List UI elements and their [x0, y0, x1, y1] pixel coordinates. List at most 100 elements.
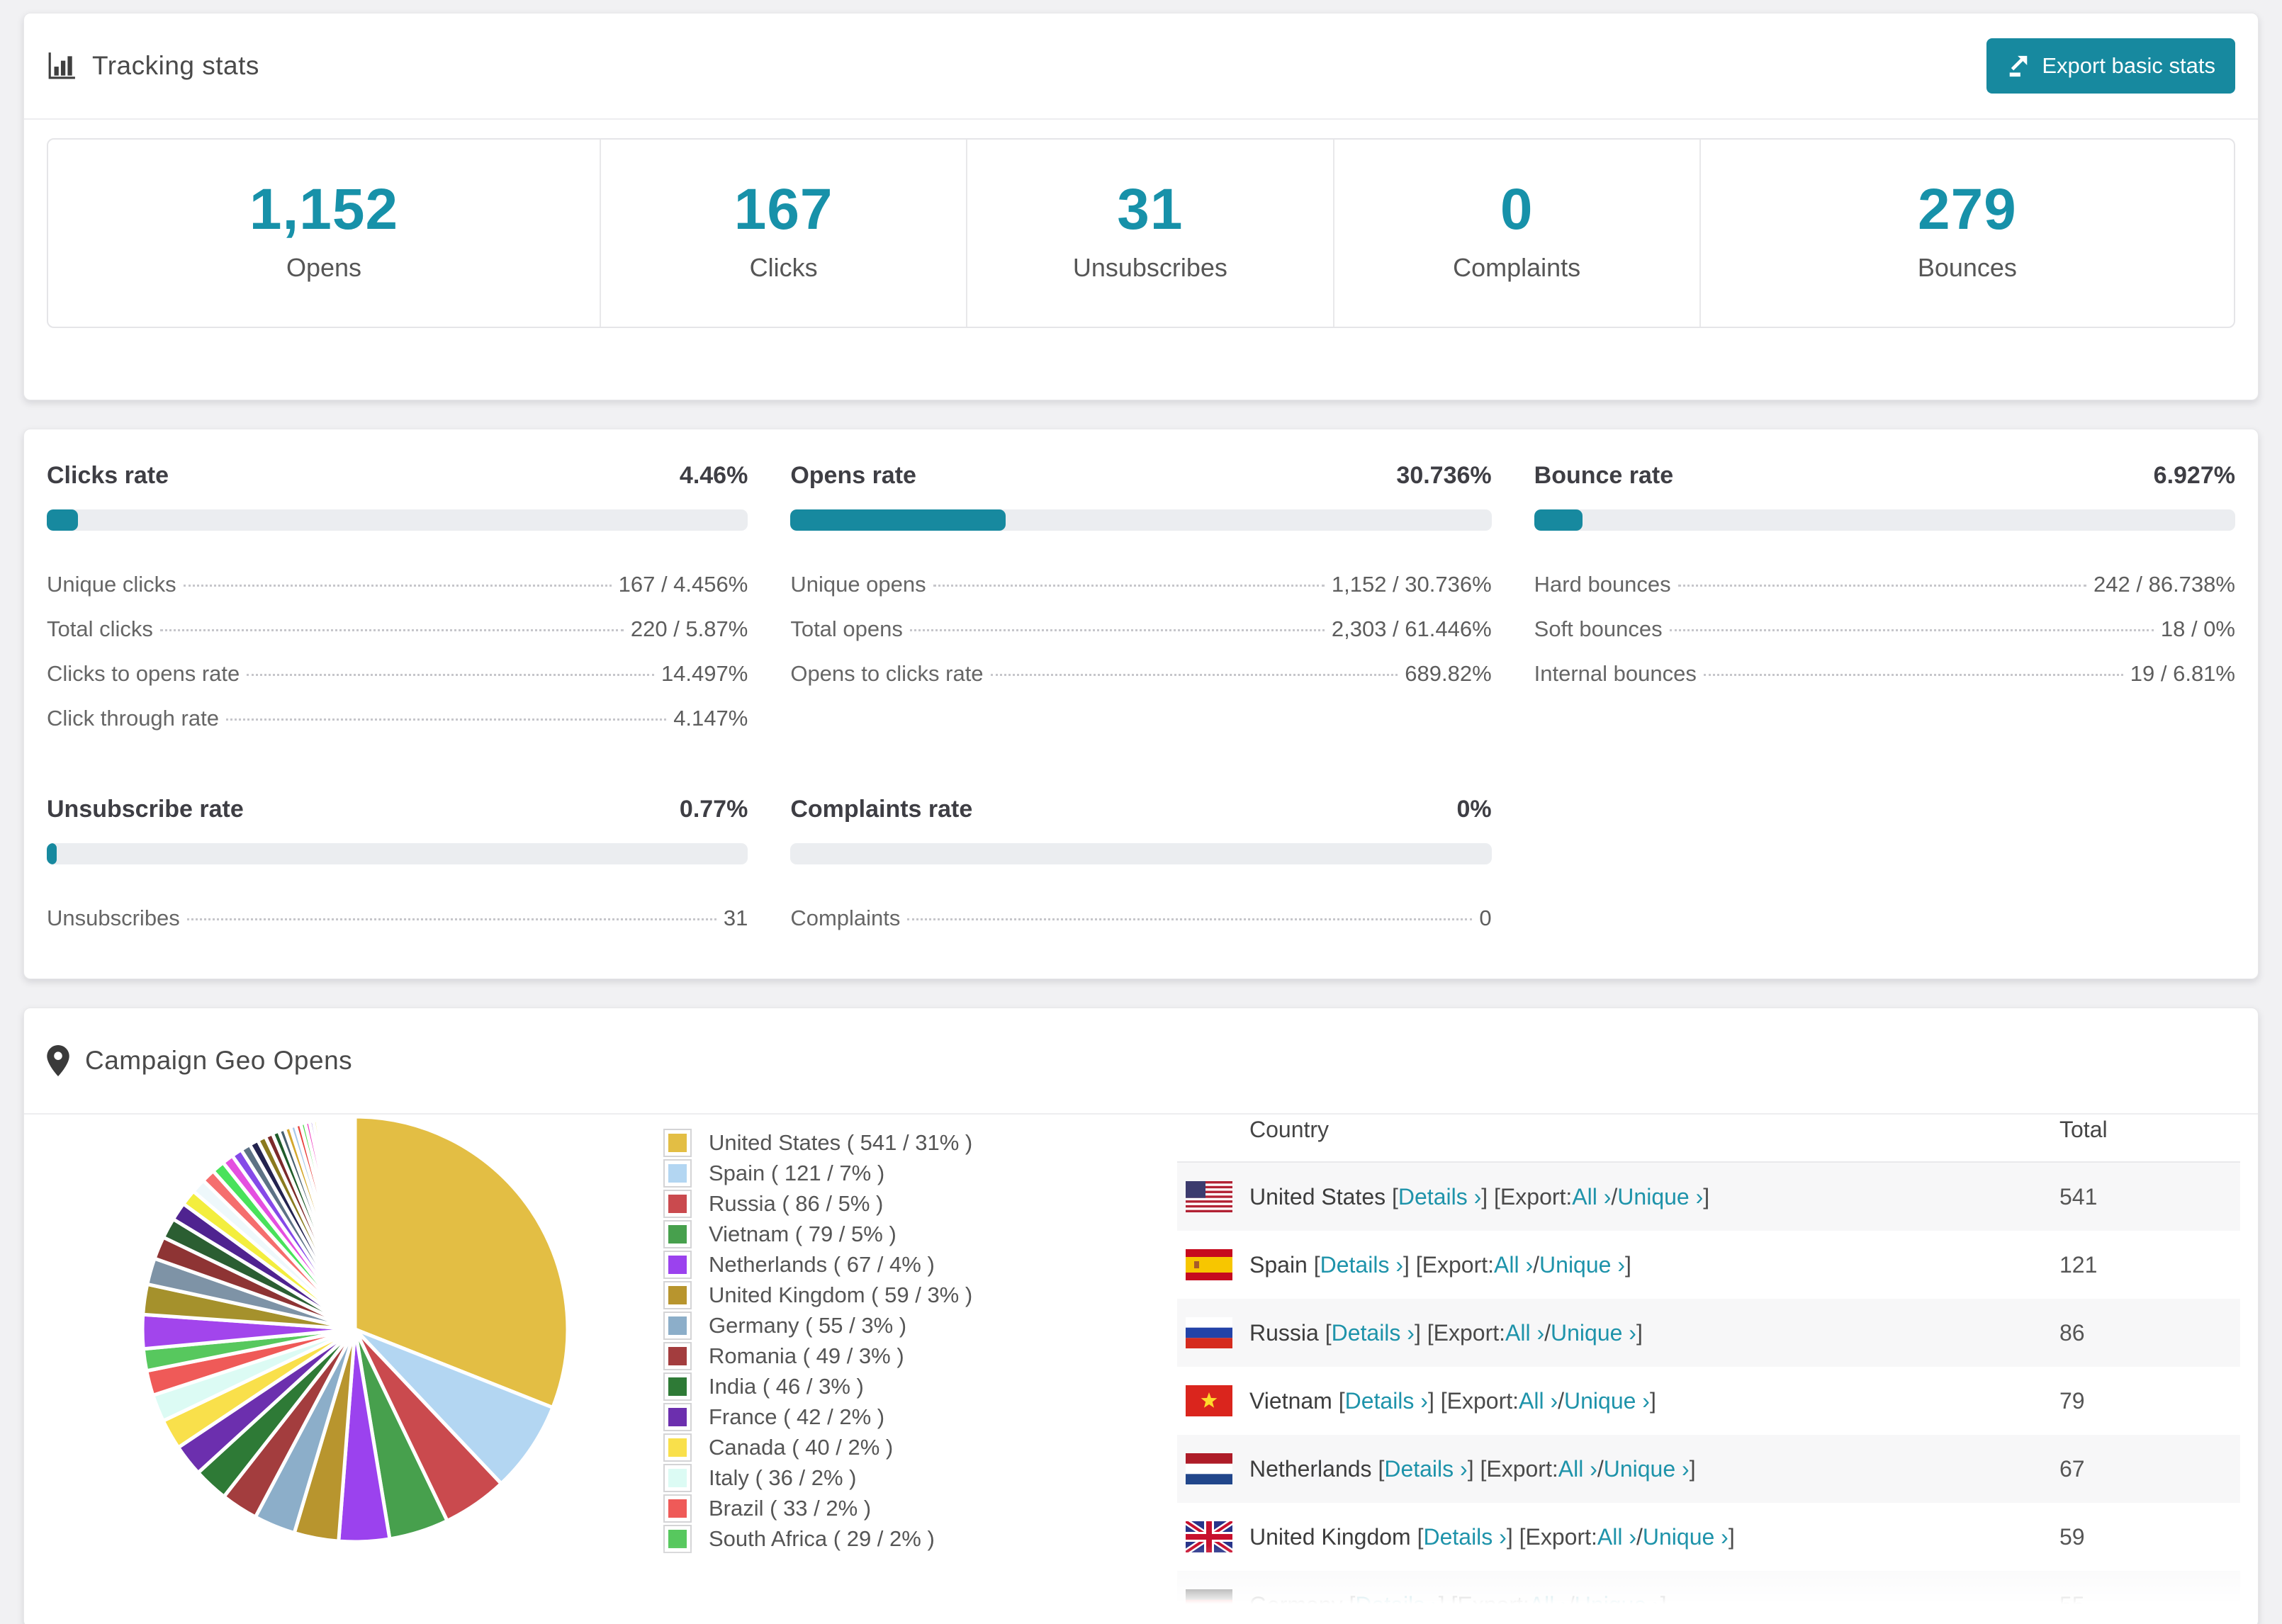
dotted-leader [186, 918, 716, 920]
legend-item-brazil: Brazil ( 33 / 2% ) [663, 1493, 972, 1523]
export-icon [2006, 54, 2030, 78]
bracket-close-text: ] [1649, 1387, 1656, 1414]
legend-swatch [663, 1158, 692, 1188]
rate-row-value: 689.82% [1405, 661, 1492, 686]
rate-row-label: Unique opens [790, 572, 926, 597]
country-name: United States [1249, 1183, 1386, 1209]
export-prefix-text: ] [Export: [1414, 1319, 1505, 1346]
export-unique-link[interactable]: Unique › [1551, 1320, 1636, 1346]
bracket-close-text: ] [1703, 1183, 1710, 1209]
dotted-leader [1677, 585, 2087, 587]
rate-row-unique-clicks: Unique clicks 167 / 4.456% [47, 572, 748, 597]
legend-item-romania: Romania ( 49 / 3% ) [663, 1341, 972, 1371]
legend-swatch [663, 1311, 692, 1340]
bracket-text: [ [1307, 1251, 1320, 1278]
geo-table-row-united-kingdom: United Kingdom [Details ›] [Export: All … [1177, 1503, 2240, 1571]
stat-opens: 1,152 Opens [48, 140, 602, 327]
export-all-link[interactable]: All › [1558, 1456, 1597, 1482]
details-link[interactable]: Details › [1355, 1592, 1438, 1618]
rate-title: Clicks rate [47, 462, 169, 489]
rate-row-internal-bounces: Internal bounces 19 / 6.81% [1534, 661, 2235, 687]
geo-table-row-russia: Russia [Details ›] [Export: All › / Uniq… [1177, 1299, 2240, 1367]
legend-label: Italy ( 36 / 2% ) [709, 1465, 857, 1490]
total-column-header: Total [2059, 1116, 2108, 1142]
legend-item-france: France ( 42 / 2% ) [663, 1402, 972, 1432]
legend-item-germany: Germany ( 55 / 3% ) [663, 1310, 972, 1341]
legend-label: Canada ( 40 / 2% ) [709, 1434, 894, 1460]
dotted-leader [909, 629, 1325, 631]
legend-swatch [663, 1250, 692, 1279]
export-basic-stats-button[interactable]: Export basic stats [1986, 38, 2235, 94]
dotted-leader [159, 629, 624, 631]
map-pin-icon [47, 1045, 69, 1076]
export-unique-link[interactable]: Unique › [1564, 1388, 1650, 1414]
russia-flag-icon [1186, 1317, 1232, 1348]
country-total: 86 [2059, 1319, 2085, 1346]
bracket-text: [ [1386, 1183, 1398, 1209]
rate-value: 0% [1456, 796, 1492, 823]
legend-item-russia: Russia ( 86 / 5% ) [663, 1188, 972, 1219]
progress-bar [790, 509, 1492, 531]
geo-pie-chart [140, 1115, 570, 1544]
rate-row-complaints: Complaints 0 [790, 906, 1491, 931]
stat-value: 279 [1917, 177, 2017, 242]
export-all-link[interactable]: All › [1572, 1184, 1611, 1210]
legend-label: Brazil ( 33 / 2% ) [709, 1495, 872, 1521]
spain-flag-icon [1186, 1249, 1232, 1280]
legend-label: Romania ( 49 / 3% ) [709, 1343, 904, 1368]
dotted-leader [225, 718, 667, 721]
export-all-link[interactable]: All › [1494, 1252, 1533, 1278]
legend-label: Spain ( 121 / 7% ) [709, 1160, 885, 1185]
bracket-close-text: ] [1689, 1455, 1696, 1482]
country-total: 59 [2059, 1523, 2085, 1550]
bracket-text: [ [1371, 1455, 1385, 1482]
bracket-text: [ [1332, 1387, 1345, 1414]
export-unique-link[interactable]: Unique › [1539, 1252, 1625, 1278]
stat-value: 167 [734, 177, 833, 242]
stats-summary-bar: 1,152 Opens 167 Clicks 31 Unsubscribes 0 Compla… [47, 138, 2235, 328]
export-all-link[interactable]: All › [1505, 1320, 1544, 1346]
slash-text: / [1533, 1251, 1540, 1278]
country-name: United Kingdom [1249, 1523, 1411, 1550]
rate-row-value: 31 [723, 906, 748, 930]
legend-label: United States ( 541 / 31% ) [709, 1129, 973, 1155]
legend-swatch [663, 1372, 692, 1401]
export-unique-link[interactable]: Unique › [1617, 1184, 1703, 1210]
export-prefix-text: ] [Export: [1467, 1455, 1558, 1482]
geo-table: Country Total United States [Details ›] … [1177, 1098, 2240, 1624]
rate-value: 6.927% [2153, 462, 2235, 489]
details-link[interactable]: Details › [1320, 1252, 1403, 1278]
export-all-link[interactable]: All › [1519, 1388, 1558, 1414]
details-link[interactable]: Details › [1384, 1456, 1467, 1482]
legend-swatch [663, 1128, 692, 1157]
geo-table-row-vietnam: Vietnam [Details ›] [Export: All › / Uni… [1177, 1367, 2240, 1435]
country-total: 79 [2059, 1387, 2085, 1414]
details-link[interactable]: Details › [1332, 1320, 1415, 1346]
export-unique-link[interactable]: Unique › [1604, 1456, 1690, 1482]
page-title: Tracking stats [92, 51, 259, 80]
rate-row-value: 0 [1479, 906, 1492, 930]
germany-flag-icon [1186, 1589, 1232, 1620]
campaign-geo-opens-card: Campaign Geo Opens United States ( 541 /… [23, 1008, 2259, 1624]
legend-item-canada: Canada ( 40 / 2% ) [663, 1432, 972, 1462]
netherlands-flag-icon [1186, 1453, 1232, 1484]
rate-row-label: Internal bounces [1534, 661, 1697, 686]
details-link[interactable]: Details › [1398, 1184, 1481, 1210]
export-unique-link[interactable]: Unique › [1643, 1524, 1729, 1550]
rate-row-value: 19 / 6.81% [2130, 661, 2235, 686]
rate-section-clicks-rate: Clicks rate 4.46% Unique clicks 167 / 4.456… [47, 462, 748, 750]
details-link[interactable]: Details › [1345, 1388, 1428, 1414]
rate-row-label: Unsubscribes [47, 906, 180, 930]
bracket-text: [ [1342, 1591, 1356, 1618]
export-all-link[interactable]: All › [1529, 1592, 1568, 1618]
details-link[interactable]: Details › [1423, 1524, 1506, 1550]
progress-bar-fill [790, 509, 1006, 531]
export-all-link[interactable]: All › [1597, 1524, 1636, 1550]
slash-text: / [1568, 1591, 1575, 1618]
rate-title: Unsubscribe rate [47, 796, 244, 823]
bar-chart-icon [47, 51, 77, 81]
export-unique-link[interactable]: Unique › [1575, 1592, 1660, 1618]
rate-section-bounce-rate: Bounce rate 6.927% Hard bounces 242 / 86.73… [1534, 462, 2235, 750]
rate-row-value: 2,303 / 61.446% [1331, 616, 1492, 641]
export-prefix-text: ] [Export: [1403, 1251, 1495, 1278]
